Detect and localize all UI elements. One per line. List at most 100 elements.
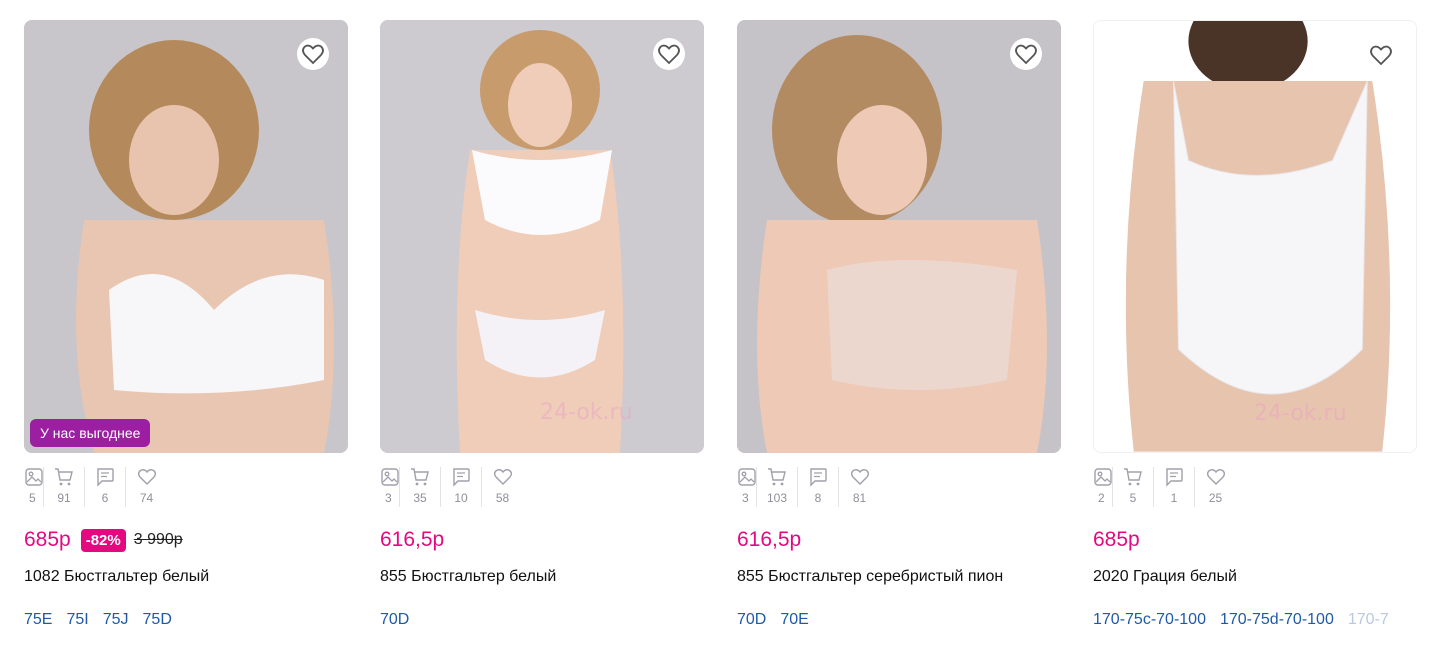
stat-reviews-count: 1 xyxy=(1170,491,1178,505)
product-stats: 3 35 10 58 xyxy=(380,467,523,507)
stat-likes-count: 74 xyxy=(139,491,154,505)
stat-cart-count: 103 xyxy=(766,491,788,505)
product-photo[interactable]: 24-ok.ru xyxy=(380,20,704,453)
product-image xyxy=(1094,21,1416,452)
discount-badge: -82% xyxy=(80,528,126,552)
cart-icon xyxy=(767,467,787,487)
product-stats: 2 5 1 25 xyxy=(1093,467,1236,507)
price: 685р xyxy=(24,528,71,551)
product-title[interactable]: 1082 Бюстгальтер белый xyxy=(24,568,209,586)
stat-cart[interactable]: 35 xyxy=(400,467,441,507)
size-list: 75E 75I 75J 75D xyxy=(24,611,356,629)
stat-cart-count: 5 xyxy=(1129,491,1137,505)
product-image xyxy=(24,20,348,453)
stat-photos[interactable]: 5 xyxy=(24,467,44,507)
price-row: 685р xyxy=(1093,525,1140,555)
size-option[interactable]: 75I xyxy=(66,611,88,629)
comment-icon xyxy=(808,467,828,487)
stat-photos[interactable]: 3 xyxy=(380,467,400,507)
size-option[interactable]: 75J xyxy=(103,611,129,629)
image-icon xyxy=(24,467,44,487)
stat-reviews-count: 8 xyxy=(814,491,822,505)
like-icon xyxy=(850,467,870,487)
promo-badge: У нас выгоднее xyxy=(30,419,151,447)
product-image xyxy=(737,20,1061,453)
stat-likes-count: 25 xyxy=(1208,491,1223,505)
stat-cart[interactable]: 103 xyxy=(757,467,798,507)
heart-icon xyxy=(653,38,685,70)
stat-reviews-count: 6 xyxy=(101,491,109,505)
stat-reviews[interactable]: 10 xyxy=(441,467,482,507)
product-photo[interactable]: 24-ok.ru xyxy=(1093,20,1417,453)
stat-likes[interactable]: 58 xyxy=(482,467,523,507)
product-card[interactable]: 3 103 8 81 616,5р 855 Бюстгальтер серебр… xyxy=(737,20,1061,640)
cart-icon xyxy=(54,467,74,487)
image-icon xyxy=(1093,467,1113,487)
stat-reviews-count: 10 xyxy=(454,491,468,505)
product-title[interactable]: 855 Бюстгальтер белый xyxy=(380,568,556,586)
product-title[interactable]: 855 Бюстгальтер серебристый пион xyxy=(737,568,1003,586)
stat-likes[interactable]: 74 xyxy=(126,467,167,507)
size-list: 70D 70E xyxy=(737,611,1069,629)
favorite-button[interactable] xyxy=(1009,38,1043,70)
price-row: 616,5р xyxy=(737,525,801,555)
image-icon xyxy=(380,467,400,487)
size-list: 70D xyxy=(380,611,712,629)
size-option[interactable]: 170-7 xyxy=(1348,611,1389,629)
image-icon xyxy=(737,467,757,487)
favorite-button[interactable] xyxy=(1364,39,1398,71)
size-option[interactable]: 70D xyxy=(380,611,409,629)
price: 616,5р xyxy=(380,528,445,551)
stat-photos-count: 5 xyxy=(29,491,36,505)
price-row: 685р -82% 3 990р xyxy=(24,525,183,555)
favorite-button[interactable] xyxy=(652,38,686,70)
like-icon xyxy=(493,467,513,487)
stat-photos-count: 2 xyxy=(1098,491,1105,505)
product-photo[interactable]: У нас выгоднее xyxy=(24,20,348,453)
size-option[interactable]: 75D xyxy=(143,611,172,629)
price: 685р xyxy=(1093,528,1140,551)
size-option[interactable]: 70E xyxy=(780,611,808,629)
size-option[interactable]: 75E xyxy=(24,611,52,629)
heart-icon xyxy=(297,38,329,70)
size-list: 170-75c-70-100 170-75d-70-100 170-7 xyxy=(1093,611,1425,629)
stat-cart-count: 91 xyxy=(57,491,71,505)
product-card[interactable]: У нас выгоднее 5 91 6 74 685р -82% 3 990… xyxy=(24,20,348,640)
watermark: 24-ok.ru xyxy=(1254,401,1347,426)
size-option[interactable]: 170-75c-70-100 xyxy=(1093,611,1206,629)
comment-icon xyxy=(451,467,471,487)
cart-icon xyxy=(410,467,430,487)
size-option[interactable]: 170-75d-70-100 xyxy=(1220,611,1334,629)
old-price: 3 990р xyxy=(133,531,183,548)
stat-reviews[interactable]: 1 xyxy=(1154,467,1195,507)
stat-photos[interactable]: 3 xyxy=(737,467,757,507)
stat-likes[interactable]: 25 xyxy=(1195,467,1236,507)
price: 616,5р xyxy=(737,528,802,551)
stat-photos[interactable]: 2 xyxy=(1093,467,1113,507)
product-card[interactable]: 24-ok.ru 3 35 10 58 616,5р 855 Бюстгальт… xyxy=(380,20,704,640)
stat-likes-count: 58 xyxy=(495,491,510,505)
product-stats: 3 103 8 81 xyxy=(737,467,880,507)
favorite-button[interactable] xyxy=(296,38,330,70)
stat-likes-count: 81 xyxy=(852,491,867,505)
stat-cart-count: 35 xyxy=(413,491,427,505)
like-icon xyxy=(1206,467,1226,487)
comment-icon xyxy=(1164,467,1184,487)
size-option[interactable]: 70D xyxy=(737,611,766,629)
product-card[interactable]: 24-ok.ru 2 5 1 25 685р 2020 Грация белый… xyxy=(1093,20,1417,640)
price-row: 616,5р xyxy=(380,525,444,555)
heart-icon xyxy=(1365,39,1397,71)
product-photo[interactable] xyxy=(737,20,1061,453)
cart-icon xyxy=(1123,467,1143,487)
product-title[interactable]: 2020 Грация белый xyxy=(1093,568,1237,586)
product-stats: 5 91 6 74 xyxy=(24,467,167,507)
stat-photos-count: 3 xyxy=(385,491,392,505)
stat-cart[interactable]: 91 xyxy=(44,467,85,507)
comment-icon xyxy=(95,467,115,487)
product-image xyxy=(380,20,704,453)
stat-likes[interactable]: 81 xyxy=(839,467,880,507)
stat-cart[interactable]: 5 xyxy=(1113,467,1154,507)
stat-reviews[interactable]: 8 xyxy=(798,467,839,507)
stat-reviews[interactable]: 6 xyxy=(85,467,126,507)
product-grid: У нас выгоднее 5 91 6 74 685р -82% 3 990… xyxy=(0,0,1442,647)
